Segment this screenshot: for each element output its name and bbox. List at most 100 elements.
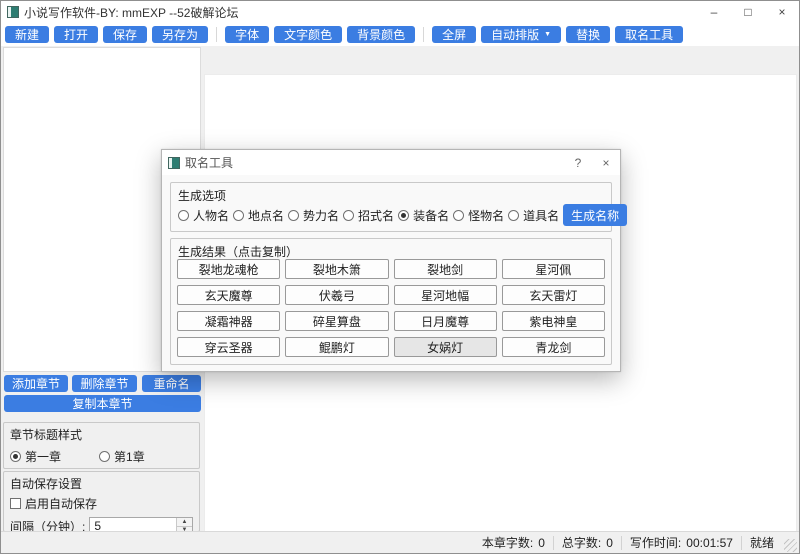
result-name-button[interactable]: 星河地幅 xyxy=(394,285,497,305)
radio-icon xyxy=(99,451,110,462)
fullscreen-button[interactable]: 全屏 xyxy=(432,26,476,43)
total-word-count: 总字数: 0 xyxy=(553,536,621,550)
radio-item-name[interactable]: 道具名 xyxy=(508,207,559,224)
generation-options-label: 生成选项 xyxy=(178,187,604,204)
radio-icon xyxy=(233,210,244,221)
font-button[interactable]: 字体 xyxy=(225,26,269,43)
radio-label: 地点名 xyxy=(248,207,284,224)
radio-place-name[interactable]: 地点名 xyxy=(233,207,284,224)
dialog-help-button[interactable]: ? xyxy=(564,150,592,175)
generation-options-group: 生成选项 人物名 地点名 势力名 招式名 xyxy=(170,182,612,232)
result-name-button[interactable]: 裂地木箫 xyxy=(285,259,388,279)
result-name-button[interactable]: 青龙剑 xyxy=(502,337,605,357)
titlebar: 小说写作软件-BY: mmEXP --52破解论坛 – □ × xyxy=(1,1,799,23)
results-grid: 裂地龙魂枪 裂地木箫 裂地剑 星河佩 玄天魔尊 伏羲弓 星河地幅 玄天雷灯 凝霜… xyxy=(177,259,605,357)
radio-label: 装备名 xyxy=(413,207,449,224)
generation-results-label: 生成结果（点击复制） xyxy=(178,243,604,260)
radio-move-name[interactable]: 招式名 xyxy=(343,207,394,224)
radio-label: 势力名 xyxy=(303,207,339,224)
generation-options-row: 人物名 地点名 势力名 招式名 装备名 xyxy=(178,204,605,226)
chapter-title-style-group: 章节标题样式 第一章 第1章 xyxy=(3,422,200,469)
dialog-controls: ? × xyxy=(564,150,620,175)
generation-results-group: 生成结果（点击复制） 裂地龙魂枪 裂地木箫 裂地剑 星河佩 玄天魔尊 伏羲弓 星… xyxy=(170,238,612,365)
radio-monster-name[interactable]: 怪物名 xyxy=(453,207,504,224)
radio-icon xyxy=(10,451,21,462)
maximize-button[interactable]: □ xyxy=(731,1,765,23)
save-button[interactable]: 保存 xyxy=(103,26,147,43)
save-as-button[interactable]: 另存为 xyxy=(152,26,208,43)
checkbox-icon xyxy=(10,498,21,509)
auto-layout-label: 自动排版 xyxy=(491,26,539,43)
background-color-button[interactable]: 背景颜色 xyxy=(347,26,415,43)
toolbar-separator xyxy=(216,27,217,42)
dialog-titlebar: 取名工具 ? × xyxy=(162,150,620,175)
add-chapter-button[interactable]: 添加章节 xyxy=(4,375,68,392)
radio-label: 道具名 xyxy=(523,207,559,224)
autosave-settings-label: 自动保存设置 xyxy=(10,475,193,492)
new-button[interactable]: 新建 xyxy=(5,26,49,43)
chapter-word-count-value: 0 xyxy=(538,536,545,550)
result-name-button[interactable]: 女娲灯 xyxy=(394,337,497,357)
radio-icon xyxy=(178,210,189,221)
text-color-button[interactable]: 文字颜色 xyxy=(274,26,342,43)
total-word-count-value: 0 xyxy=(606,536,613,550)
writing-time-value: 00:01:57 xyxy=(686,536,733,550)
naming-tool-button[interactable]: 取名工具 xyxy=(615,26,683,43)
writing-time-label: 写作时间: xyxy=(630,534,681,551)
result-name-button[interactable]: 鲲鹏灯 xyxy=(285,337,388,357)
result-name-button[interactable]: 星河佩 xyxy=(502,259,605,279)
radio-faction-name[interactable]: 势力名 xyxy=(288,207,339,224)
radio-label: 人物名 xyxy=(193,207,229,224)
dialog-close-button[interactable]: × xyxy=(592,150,620,175)
delete-chapter-button[interactable]: 删除章节 xyxy=(72,375,137,392)
radio-icon xyxy=(453,210,464,221)
radio-label: 第一章 xyxy=(25,448,61,465)
chevron-down-icon: ▼ xyxy=(544,31,551,38)
radio-chapter-style-numeric[interactable]: 第1章 xyxy=(99,448,145,465)
result-name-button[interactable]: 玄天雷灯 xyxy=(502,285,605,305)
chapter-word-count-label: 本章字数: xyxy=(482,534,533,551)
chapter-title-style-label: 章节标题样式 xyxy=(10,426,193,443)
radio-character-name[interactable]: 人物名 xyxy=(178,207,229,224)
result-name-button[interactable]: 碎星算盘 xyxy=(285,311,388,331)
radio-label: 第1章 xyxy=(114,448,145,465)
result-name-button[interactable]: 凝霜神器 xyxy=(177,311,280,331)
dialog-title: 取名工具 xyxy=(185,154,233,171)
radio-icon xyxy=(343,210,354,221)
auto-layout-button[interactable]: 自动排版 ▼ xyxy=(481,26,561,43)
open-button[interactable]: 打开 xyxy=(54,26,98,43)
radio-icon xyxy=(398,210,409,221)
result-name-button[interactable]: 玄天魔尊 xyxy=(177,285,280,305)
status-ready: 就绪 xyxy=(741,536,782,550)
result-name-button[interactable]: 日月魔尊 xyxy=(394,311,497,331)
radio-icon xyxy=(508,210,519,221)
app-icon xyxy=(7,6,19,18)
autosave-settings-group: 自动保存设置 启用自动保存 间隔（分钟）: 5 ▲ ▼ xyxy=(3,471,200,532)
writing-time: 写作时间: 00:01:57 xyxy=(621,536,741,550)
radio-equipment-name[interactable]: 装备名 xyxy=(398,207,449,224)
result-name-button[interactable]: 伏羲弓 xyxy=(285,285,388,305)
enable-autosave-checkbox[interactable]: 启用自动保存 xyxy=(10,495,193,512)
enable-autosave-label: 启用自动保存 xyxy=(25,495,97,512)
naming-tool-dialog: 取名工具 ? × 生成选项 人物名 地点名 势力名 xyxy=(161,149,621,372)
copy-chapter-button[interactable]: 复制本章节 xyxy=(4,395,201,412)
close-button[interactable]: × xyxy=(765,1,799,23)
replace-button[interactable]: 替换 xyxy=(566,26,610,43)
resize-grip-icon[interactable] xyxy=(784,539,797,552)
minimize-button[interactable]: – xyxy=(697,1,731,23)
result-name-button[interactable]: 穿云圣器 xyxy=(177,337,280,357)
radio-label: 怪物名 xyxy=(468,207,504,224)
result-name-button[interactable]: 裂地剑 xyxy=(394,259,497,279)
result-name-button[interactable]: 紫电神皇 xyxy=(502,311,605,331)
radio-label: 招式名 xyxy=(358,207,394,224)
total-word-count-label: 总字数: xyxy=(562,534,601,551)
radio-chapter-style-chinese[interactable]: 第一章 xyxy=(10,448,61,465)
app-window: 小说写作软件-BY: mmEXP --52破解论坛 – □ × 新建 打开 保存… xyxy=(0,0,800,554)
rename-chapter-button[interactable]: 重命名 xyxy=(142,375,201,392)
spin-up-icon[interactable]: ▲ xyxy=(177,518,192,526)
window-title: 小说写作软件-BY: mmEXP --52破解论坛 xyxy=(24,4,238,21)
statusbar: 本章字数: 0 总字数: 0 写作时间: 00:01:57 就绪 xyxy=(1,531,799,553)
generate-name-button[interactable]: 生成名称 xyxy=(563,204,627,226)
result-name-button[interactable]: 裂地龙魂枪 xyxy=(177,259,280,279)
chapter-title-style-options: 第一章 第1章 xyxy=(10,448,193,465)
